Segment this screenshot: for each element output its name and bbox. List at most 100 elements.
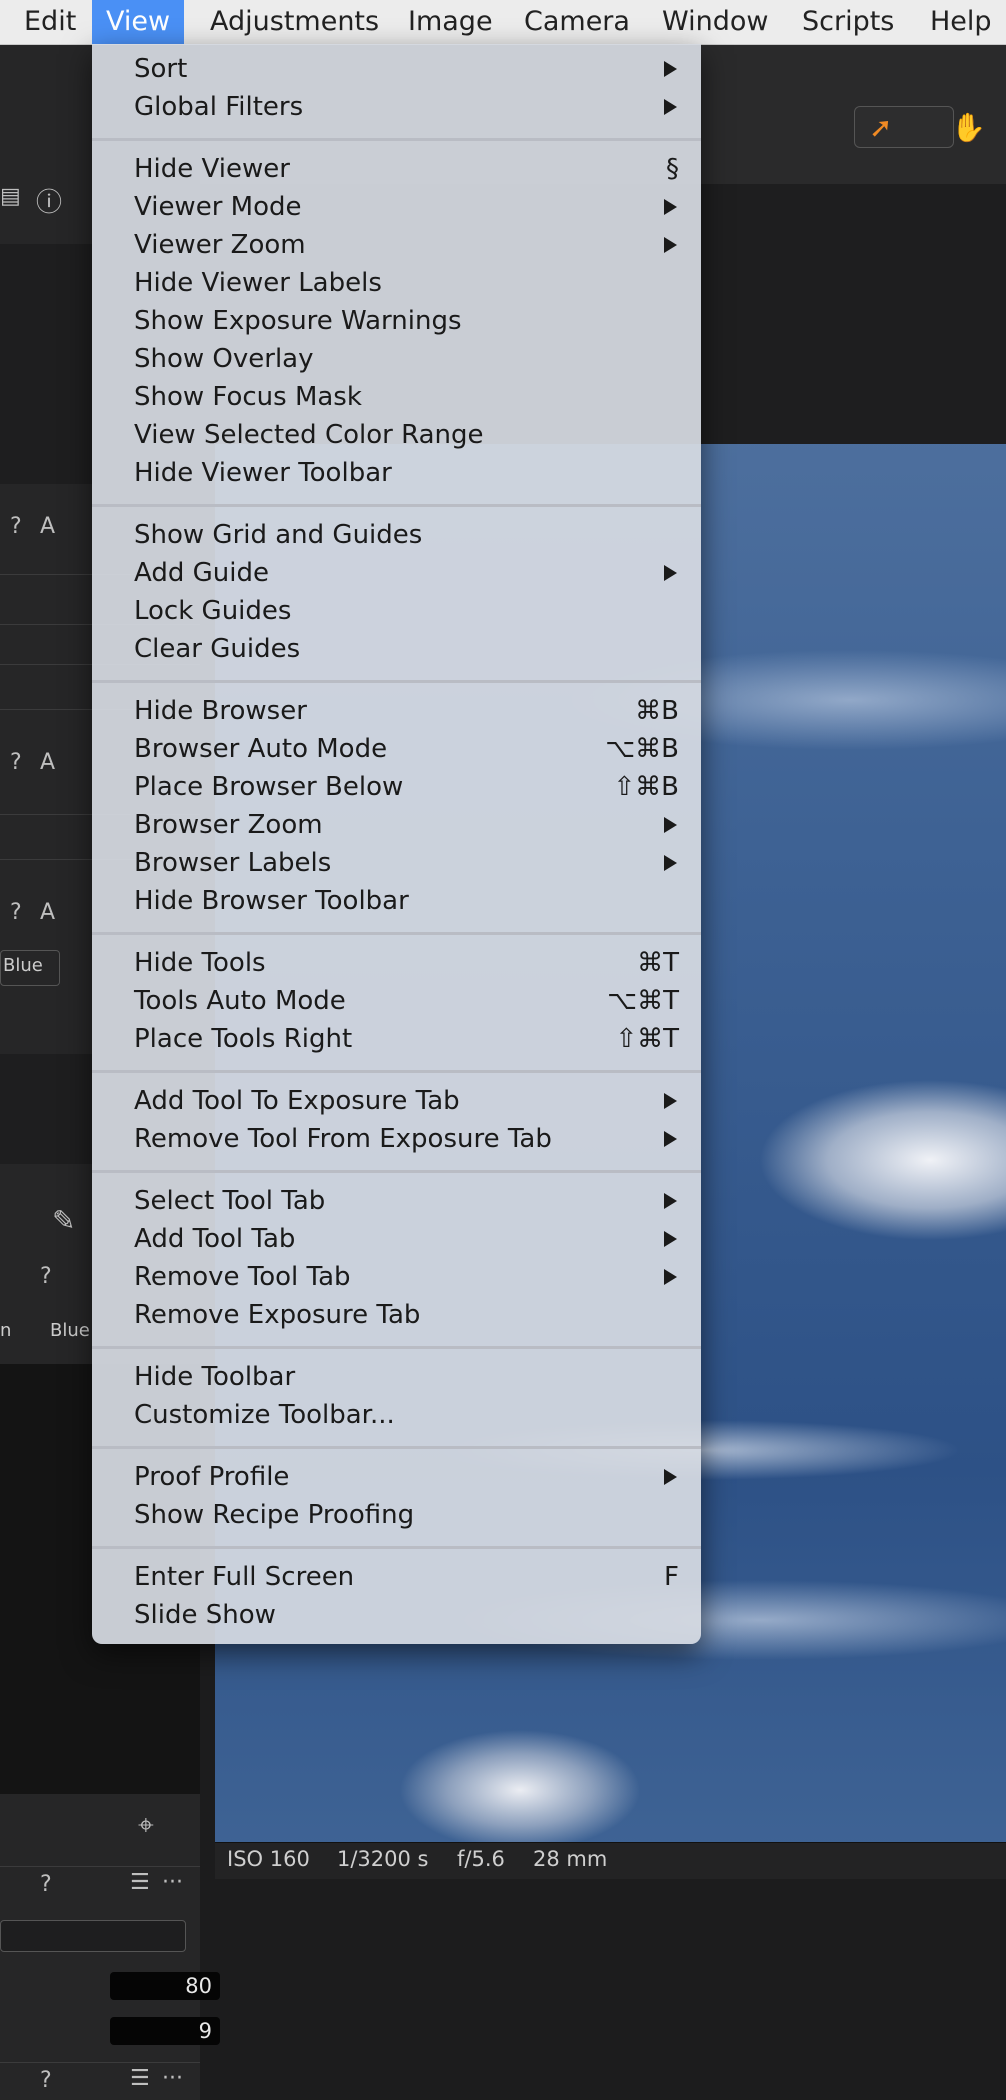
menu-item-label: Hide Browser bbox=[134, 696, 307, 726]
menu-item-label: Enter Full Screen bbox=[134, 1562, 355, 1592]
menu-item-viewer-mode[interactable]: Viewer Mode bbox=[92, 188, 701, 226]
menu-item-show-overlay[interactable]: Show Overlay bbox=[92, 340, 701, 378]
focal-length-value: 28 mm bbox=[533, 1847, 608, 1871]
eyedropper-icon[interactable]: ✎ bbox=[52, 1204, 75, 1237]
menu-item-browser-labels[interactable]: Browser Labels bbox=[92, 844, 701, 882]
view-menu: Sort Global Filters Hide Viewer § Viewer … bbox=[92, 44, 701, 1644]
menu-item-remove-exposure-tab[interactable]: Remove Exposure Tab bbox=[92, 1296, 701, 1334]
menu-item-add-guide[interactable]: Add Guide bbox=[92, 554, 701, 592]
help-icon[interactable]: ? bbox=[10, 900, 22, 925]
menu-item-sort[interactable]: Sort bbox=[92, 50, 701, 88]
menu-item-hide-viewer[interactable]: Hide Viewer § bbox=[92, 150, 701, 188]
menu-item-label: Proof Profile bbox=[134, 1462, 290, 1492]
menu-item-label: Place Tools Right bbox=[134, 1024, 353, 1054]
menu-camera[interactable]: Camera bbox=[510, 0, 644, 44]
help-icon[interactable]: ? bbox=[40, 2068, 52, 2093]
menu-item-add-tool-to-exposure-tab[interactable]: Add Tool To Exposure Tab bbox=[92, 1082, 701, 1120]
menu-item-show-focus-mask[interactable]: Show Focus Mask bbox=[92, 378, 701, 416]
menu-item-slide-show[interactable]: Slide Show bbox=[92, 1596, 701, 1634]
more-icon[interactable]: ··· bbox=[162, 1870, 183, 1895]
menu-item-viewer-zoom[interactable]: Viewer Zoom bbox=[92, 226, 701, 264]
menu-item-hide-tools[interactable]: Hide Tools ⌘T bbox=[92, 944, 701, 982]
list-icon[interactable]: ☰ bbox=[130, 2066, 150, 2091]
menu-item-remove-tool-from-exposure-tab[interactable]: Remove Tool From Exposure Tab bbox=[92, 1120, 701, 1158]
menu-item-label: Sort bbox=[134, 54, 188, 84]
menu-item-hide-browser[interactable]: Hide Browser ⌘B bbox=[92, 692, 701, 730]
menu-item-view-selected-color-range[interactable]: View Selected Color Range bbox=[92, 416, 701, 454]
menu-item-lock-guides[interactable]: Lock Guides bbox=[92, 592, 701, 630]
menu-item-enter-full-screen[interactable]: Enter Full Screen F bbox=[92, 1558, 701, 1596]
menu-item-proof-profile[interactable]: Proof Profile bbox=[92, 1458, 701, 1496]
menu-item-label: Show Recipe Proofing bbox=[134, 1500, 415, 1530]
menu-item-label: Viewer Zoom bbox=[134, 230, 306, 260]
menu-item-customize-toolbar[interactable]: Customize Toolbar... bbox=[92, 1396, 701, 1434]
shutter-value: 1/3200 s bbox=[337, 1847, 429, 1871]
select-dropdown[interactable] bbox=[0, 1920, 186, 1952]
auto-icon[interactable]: A bbox=[40, 514, 55, 539]
value-field[interactable]: 9 bbox=[110, 2017, 220, 2045]
help-icon[interactable]: ? bbox=[40, 1872, 52, 1897]
menu-item-remove-tool-tab[interactable]: Remove Tool Tab bbox=[92, 1258, 701, 1296]
menu-item-browser-auto-mode[interactable]: Browser Auto Mode ⌥⌘B bbox=[92, 730, 701, 768]
auto-icon[interactable]: A bbox=[40, 750, 55, 775]
cursor-tool-button[interactable]: ➚ ✋ bbox=[854, 106, 986, 148]
submenu-arrow-icon bbox=[664, 61, 677, 77]
list-icon[interactable]: ☰ bbox=[130, 1870, 150, 1895]
menu-item-place-tools-right[interactable]: Place Tools Right ⇧⌘T bbox=[92, 1020, 701, 1058]
help-icon[interactable]: ? bbox=[10, 514, 22, 539]
menu-item-label: Browser Labels bbox=[134, 848, 332, 878]
menu-separator bbox=[92, 1546, 701, 1549]
menu-item-label: Hide Viewer Labels bbox=[134, 268, 382, 298]
menu-item-hide-viewer-labels[interactable]: Hide Viewer Labels bbox=[92, 264, 701, 302]
menu-separator bbox=[92, 1070, 701, 1073]
menu-item-clear-guides[interactable]: Clear Guides bbox=[92, 630, 701, 668]
menu-image[interactable]: Image bbox=[394, 0, 507, 44]
channel-label: Blue bbox=[3, 955, 43, 976]
submenu-arrow-icon bbox=[664, 1469, 677, 1485]
help-icon[interactable]: ? bbox=[10, 750, 22, 775]
menu-item-label: Browser Zoom bbox=[134, 810, 323, 840]
menu-item-label: Hide Viewer bbox=[134, 154, 290, 184]
menu-item-show-recipe-proofing[interactable]: Show Recipe Proofing bbox=[92, 1496, 701, 1534]
menu-item-select-tool-tab[interactable]: Select Tool Tab bbox=[92, 1182, 701, 1220]
submenu-arrow-icon bbox=[664, 1269, 677, 1285]
menu-item-label: Add Tool To Exposure Tab bbox=[134, 1086, 460, 1116]
help-icon[interactable]: ? bbox=[40, 1264, 52, 1289]
menu-item-global-filters[interactable]: Global Filters bbox=[92, 88, 701, 126]
value-field[interactable]: 80 bbox=[110, 1972, 220, 2000]
menu-item-label: Lock Guides bbox=[134, 596, 292, 626]
menu-help[interactable]: Help bbox=[916, 0, 1006, 44]
menu-item-show-grid-and-guides[interactable]: Show Grid and Guides bbox=[92, 516, 701, 554]
menu-item-shortcut: ⇧⌘T bbox=[615, 1024, 679, 1054]
submenu-arrow-icon bbox=[664, 855, 677, 871]
menu-item-hide-viewer-toolbar[interactable]: Hide Viewer Toolbar bbox=[92, 454, 701, 492]
menu-separator bbox=[92, 1446, 701, 1449]
menu-separator bbox=[92, 680, 701, 683]
menu-item-label: Clear Guides bbox=[134, 634, 301, 664]
info-icon[interactable]: ⓘ bbox=[36, 182, 62, 219]
menu-item-label: Slide Show bbox=[134, 1600, 276, 1630]
menu-item-show-exposure-warnings[interactable]: Show Exposure Warnings bbox=[92, 302, 701, 340]
menu-item-label: Show Exposure Warnings bbox=[134, 306, 462, 336]
more-icon[interactable]: ··· bbox=[162, 2066, 183, 2091]
channel-button-blue[interactable]: Blue bbox=[0, 950, 60, 986]
menu-item-tools-auto-mode[interactable]: Tools Auto Mode ⌥⌘T bbox=[92, 982, 701, 1020]
menu-edit[interactable]: Edit bbox=[10, 0, 90, 44]
menu-item-label: Place Browser Below bbox=[134, 772, 404, 802]
menu-item-label: Customize Toolbar... bbox=[134, 1400, 395, 1430]
menu-window[interactable]: Window bbox=[648, 0, 782, 44]
menu-item-place-browser-below[interactable]: Place Browser Below ⇧⌘B bbox=[92, 768, 701, 806]
menu-item-label: Browser Auto Mode bbox=[134, 734, 388, 764]
menu-scripts[interactable]: Scripts bbox=[788, 0, 908, 44]
menu-item-hide-toolbar[interactable]: Hide Toolbar bbox=[92, 1358, 701, 1396]
menu-item-browser-zoom[interactable]: Browser Zoom bbox=[92, 806, 701, 844]
menu-item-hide-browser-toolbar[interactable]: Hide Browser Toolbar bbox=[92, 882, 701, 920]
menu-view[interactable]: View bbox=[92, 0, 185, 44]
picker-icon[interactable]: ⌖ bbox=[138, 1808, 154, 1842]
viewer-status-bar: ISO 160 1/3200 s f/5.6 28 mm bbox=[215, 1842, 1006, 1879]
pan-hand-icon: ✋ bbox=[951, 111, 986, 144]
auto-icon[interactable]: A bbox=[40, 900, 55, 925]
list-icon[interactable]: ▤ bbox=[0, 184, 21, 209]
menu-item-add-tool-tab[interactable]: Add Tool Tab bbox=[92, 1220, 701, 1258]
menu-adjustments[interactable]: Adjustments bbox=[196, 0, 393, 44]
